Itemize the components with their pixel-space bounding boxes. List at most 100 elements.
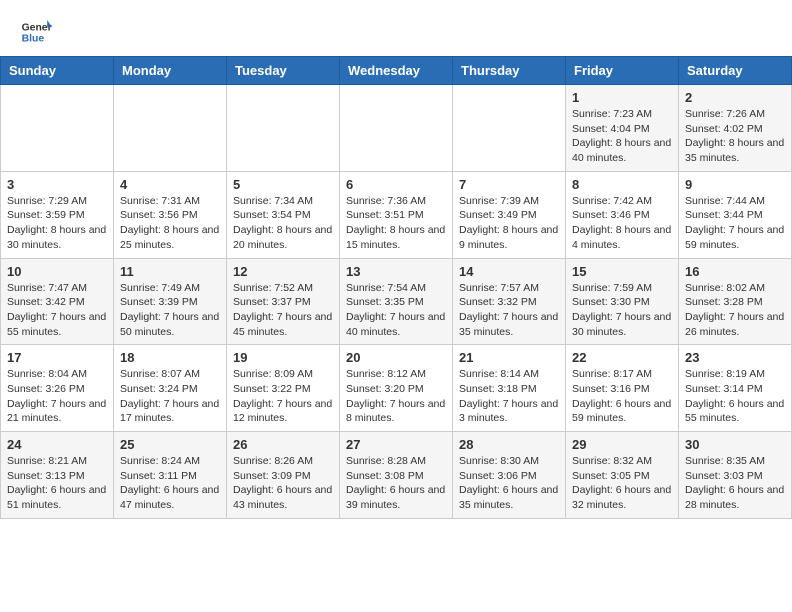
calendar-week-5: 24 Sunrise: 8:21 AMSunset: 3:13 PMDayligh…	[1, 432, 792, 519]
day-info: Sunrise: 7:42 AMSunset: 3:46 PMDaylight:…	[572, 194, 672, 253]
day-number: 8	[572, 177, 672, 192]
calendar-cell: 7Sunrise: 7:39 AMSunset: 3:49 PMDaylight…	[453, 171, 566, 258]
day-number: 29	[572, 437, 672, 452]
page-header: General Blue	[0, 0, 792, 56]
calendar-body: 1Sunrise: 7:23 AMSunset: 4:04 PMDaylight…	[1, 85, 792, 519]
calendar-cell: 6Sunrise: 7:36 AMSunset: 3:51 PMDaylight…	[340, 171, 453, 258]
calendar-cell: 15 Sunrise: 7:59 AMSunset: 3:30 PMDayligh…	[566, 258, 679, 345]
day-info: Sunrise: 8:07 AMSunset: 3:24 PMDaylight:…	[120, 367, 220, 426]
day-info: Sunrise: 8:12 AMSunset: 3:20 PMDaylight:…	[346, 367, 446, 426]
day-number: 27	[346, 437, 446, 452]
day-number: 10	[7, 264, 107, 279]
calendar-week-4: 17 Sunrise: 8:04 AMSunset: 3:26 PMDayligh…	[1, 345, 792, 432]
calendar-cell: 16 Sunrise: 8:02 AMSunset: 3:28 PMDayligh…	[679, 258, 792, 345]
day-info: Sunrise: 8:19 AMSunset: 3:14 PMDaylight:…	[685, 367, 785, 426]
calendar-week-3: 10 Sunrise: 7:47 AMSunset: 3:42 PMDayligh…	[1, 258, 792, 345]
day-info: Sunrise: 7:34 AMSunset: 3:54 PMDaylight:…	[233, 194, 333, 253]
calendar-cell: 30Sunrise: 8:35 AMSunset: 3:03 PMDayligh…	[679, 432, 792, 519]
calendar-cell: 2Sunrise: 7:26 AMSunset: 4:02 PMDaylight…	[679, 85, 792, 172]
calendar-cell: 3 Sunrise: 7:29 AMSunset: 3:59 PMDaylight…	[1, 171, 114, 258]
day-number: 5	[233, 177, 333, 192]
calendar-cell: 8 Sunrise: 7:42 AMSunset: 3:46 PMDaylight…	[566, 171, 679, 258]
day-number: 14	[459, 264, 559, 279]
weekday-header-thursday: Thursday	[453, 57, 566, 85]
calendar-cell: 20 Sunrise: 8:12 AMSunset: 3:20 PMDayligh…	[340, 345, 453, 432]
calendar-cell: 24 Sunrise: 8:21 AMSunset: 3:13 PMDayligh…	[1, 432, 114, 519]
day-number: 6	[346, 177, 446, 192]
calendar-cell: 22 Sunrise: 8:17 AMSunset: 3:16 PMDayligh…	[566, 345, 679, 432]
day-info: Sunrise: 7:57 AMSunset: 3:32 PMDaylight:…	[459, 281, 559, 340]
day-info: Sunrise: 8:21 AMSunset: 3:13 PMDaylight:…	[7, 454, 107, 513]
day-info: Sunrise: 8:02 AMSunset: 3:28 PMDaylight:…	[685, 281, 785, 340]
calendar-cell: 11 Sunrise: 7:49 AMSunset: 3:39 PMDayligh…	[114, 258, 227, 345]
day-number: 20	[346, 350, 446, 365]
weekday-header-wednesday: Wednesday	[340, 57, 453, 85]
logo: General Blue	[20, 16, 52, 48]
day-info: Sunrise: 7:23 AMSunset: 4:04 PMDaylight:…	[572, 107, 672, 166]
day-info: Sunrise: 7:29 AMSunset: 3:59 PMDaylight:…	[7, 194, 107, 253]
calendar-cell: 18 Sunrise: 8:07 AMSunset: 3:24 PMDayligh…	[114, 345, 227, 432]
day-number: 4	[120, 177, 220, 192]
day-info: Sunrise: 8:35 AMSunset: 3:03 PMDaylight:…	[685, 454, 785, 513]
calendar-cell: 12 Sunrise: 7:52 AMSunset: 3:37 PMDayligh…	[227, 258, 340, 345]
day-info: Sunrise: 8:30 AMSunset: 3:06 PMDaylight:…	[459, 454, 559, 513]
day-number: 23	[685, 350, 785, 365]
day-number: 24	[7, 437, 107, 452]
weekday-header-saturday: Saturday	[679, 57, 792, 85]
weekday-header-tuesday: Tuesday	[227, 57, 340, 85]
day-info: Sunrise: 8:04 AMSunset: 3:26 PMDaylight:…	[7, 367, 107, 426]
calendar-cell: 1Sunrise: 7:23 AMSunset: 4:04 PMDaylight…	[566, 85, 679, 172]
day-number: 26	[233, 437, 333, 452]
day-info: Sunrise: 7:49 AMSunset: 3:39 PMDaylight:…	[120, 281, 220, 340]
calendar-cell	[1, 85, 114, 172]
day-number: 15	[572, 264, 672, 279]
day-number: 16	[685, 264, 785, 279]
day-info: Sunrise: 7:44 AMSunset: 3:44 PMDaylight:…	[685, 194, 785, 253]
day-number: 22	[572, 350, 672, 365]
calendar-week-1: 1Sunrise: 7:23 AMSunset: 4:04 PMDaylight…	[1, 85, 792, 172]
calendar-cell: 23 Sunrise: 8:19 AMSunset: 3:14 PMDayligh…	[679, 345, 792, 432]
calendar-cell: 4 Sunrise: 7:31 AMSunset: 3:56 PMDaylight…	[114, 171, 227, 258]
day-info: Sunrise: 8:26 AMSunset: 3:09 PMDaylight:…	[233, 454, 333, 513]
calendar-header: SundayMondayTuesdayWednesdayThursdayFrid…	[1, 57, 792, 85]
calendar-cell	[114, 85, 227, 172]
day-number: 17	[7, 350, 107, 365]
day-info: Sunrise: 7:59 AMSunset: 3:30 PMDaylight:…	[572, 281, 672, 340]
day-number: 3	[7, 177, 107, 192]
day-info: Sunrise: 7:26 AMSunset: 4:02 PMDaylight:…	[685, 107, 785, 166]
calendar-table: SundayMondayTuesdayWednesdayThursdayFrid…	[0, 56, 792, 519]
calendar-cell: 29 Sunrise: 8:32 AMSunset: 3:05 PMDayligh…	[566, 432, 679, 519]
weekday-header-friday: Friday	[566, 57, 679, 85]
calendar-cell	[453, 85, 566, 172]
calendar-cell: 5 Sunrise: 7:34 AMSunset: 3:54 PMDaylight…	[227, 171, 340, 258]
calendar-cell: 21 Sunrise: 8:14 AMSunset: 3:18 PMDayligh…	[453, 345, 566, 432]
logo-icon: General Blue	[20, 16, 52, 48]
day-info: Sunrise: 8:14 AMSunset: 3:18 PMDaylight:…	[459, 367, 559, 426]
day-number: 13	[346, 264, 446, 279]
day-number: 18	[120, 350, 220, 365]
calendar-cell: 28 Sunrise: 8:30 AMSunset: 3:06 PMDayligh…	[453, 432, 566, 519]
calendar-cell: 25Sunrise: 8:24 AMSunset: 3:11 PMDayligh…	[114, 432, 227, 519]
calendar-cell: 17 Sunrise: 8:04 AMSunset: 3:26 PMDayligh…	[1, 345, 114, 432]
day-number: 7	[459, 177, 559, 192]
weekday-header-row: SundayMondayTuesdayWednesdayThursdayFrid…	[1, 57, 792, 85]
day-info: Sunrise: 7:47 AMSunset: 3:42 PMDaylight:…	[7, 281, 107, 340]
calendar-cell: 14 Sunrise: 7:57 AMSunset: 3:32 PMDayligh…	[453, 258, 566, 345]
calendar-cell: 10 Sunrise: 7:47 AMSunset: 3:42 PMDayligh…	[1, 258, 114, 345]
day-number: 28	[459, 437, 559, 452]
day-number: 12	[233, 264, 333, 279]
calendar-cell: 13Sunrise: 7:54 AMSunset: 3:35 PMDayligh…	[340, 258, 453, 345]
calendar-cell	[340, 85, 453, 172]
day-number: 21	[459, 350, 559, 365]
calendar-cell: 9Sunrise: 7:44 AMSunset: 3:44 PMDaylight…	[679, 171, 792, 258]
day-info: Sunrise: 7:52 AMSunset: 3:37 PMDaylight:…	[233, 281, 333, 340]
weekday-header-sunday: Sunday	[1, 57, 114, 85]
day-info: Sunrise: 8:32 AMSunset: 3:05 PMDaylight:…	[572, 454, 672, 513]
day-number: 11	[120, 264, 220, 279]
day-info: Sunrise: 8:28 AMSunset: 3:08 PMDaylight:…	[346, 454, 446, 513]
calendar-cell: 26 Sunrise: 8:26 AMSunset: 3:09 PMDayligh…	[227, 432, 340, 519]
day-info: Sunrise: 8:24 AMSunset: 3:11 PMDaylight:…	[120, 454, 220, 513]
weekday-header-monday: Monday	[114, 57, 227, 85]
day-info: Sunrise: 8:17 AMSunset: 3:16 PMDaylight:…	[572, 367, 672, 426]
day-info: Sunrise: 7:31 AMSunset: 3:56 PMDaylight:…	[120, 194, 220, 253]
